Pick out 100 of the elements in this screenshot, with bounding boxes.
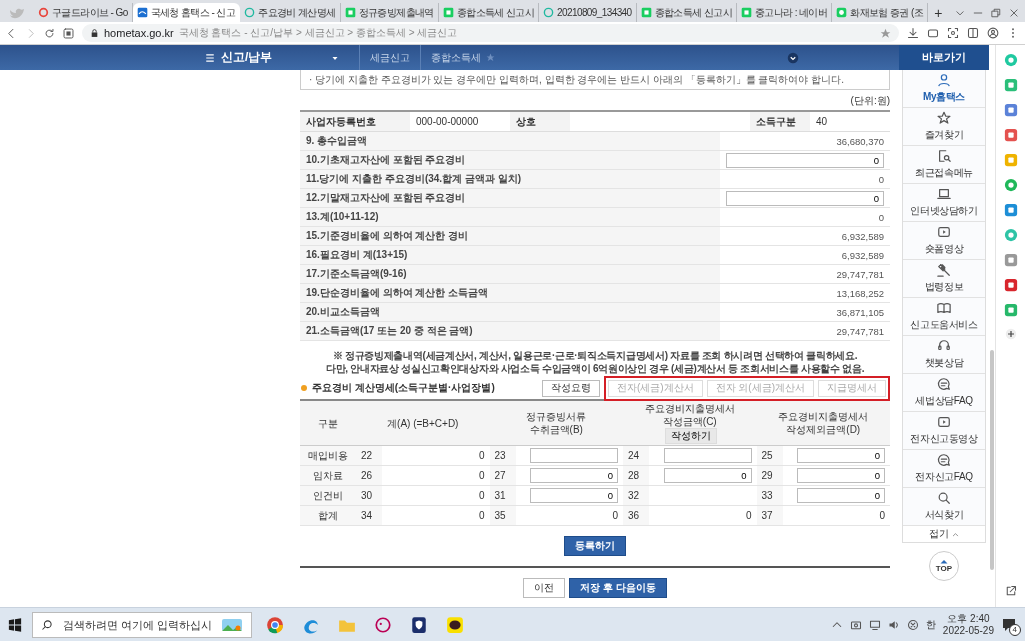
line-number: 31 — [494, 490, 506, 501]
quick-menu-item[interactable]: 전자신고동영상 — [903, 412, 985, 450]
line-number: 36 — [628, 510, 640, 521]
new-tab-button[interactable]: + — [928, 3, 949, 22]
field-label: 9. 총수입금액 — [300, 132, 720, 150]
register-button[interactable]: 등록하기 — [564, 536, 626, 556]
amount-input[interactable]: 0 — [726, 152, 884, 168]
unit-label: (단위:원) — [850, 94, 890, 108]
amount-value: 0 — [612, 510, 618, 521]
menu-button[interactable]: 신고/납부 — [205, 49, 325, 66]
line-number: 30 — [361, 490, 373, 501]
url-domain: hometax.go.kr — [104, 27, 174, 39]
amount-value: 0 — [878, 173, 884, 185]
page-title-path: 국세청 홈택스 - 신고/납부 > 세금신고 > 종합소득세 > 세금신고 — [178, 26, 458, 40]
quick-menu-item[interactable]: 전자신고FAQ — [903, 450, 985, 488]
quick-menu-item[interactable]: My홈택스 — [903, 70, 985, 108]
amount-input[interactable]: 0 — [797, 448, 885, 463]
line-number: 25 — [761, 450, 773, 461]
amount-value: 36,871,105 — [836, 306, 884, 318]
field-label: 17.기준소득금액(9-16) — [300, 265, 720, 283]
field-label: 20.비교소득금액 — [300, 303, 720, 321]
top-button[interactable]: TOP — [929, 551, 959, 581]
field-label: 상호 — [510, 112, 570, 131]
field-label: 사업자등록번호 — [300, 112, 410, 131]
write-button[interactable]: 작성하기 — [665, 428, 718, 444]
amount-value: 0 — [745, 510, 752, 521]
quick-menu-item[interactable]: 서식찾기 — [903, 488, 985, 526]
line-number: 37 — [761, 510, 773, 521]
amount-value: 6,932,589 — [841, 249, 884, 261]
quick-menu-item[interactable]: 즐겨찾기 — [903, 108, 985, 146]
breadcrumb-link[interactable]: 종합소득세 — [420, 45, 505, 70]
row-label: 임차료 — [313, 469, 343, 481]
field-label: 19.단순경비율에 의하여 계산한 소득금액 — [300, 284, 720, 302]
amount-input[interactable]: 0 — [663, 468, 752, 483]
line-number: 22 — [361, 450, 373, 461]
amount-value: 0 — [478, 510, 485, 521]
guide-text: ※ 정규증빙제출내역(세금계산서, 계산서, 일용근로·근로·퇴직소득지급명세서) 자료를 조회 하시려면 선택하여 클릭하세요. — [331, 349, 859, 362]
field-value: 000-00-00000 — [415, 115, 480, 129]
amount-value: 13,168,252 — [836, 287, 884, 299]
previous-button[interactable]: 이전 — [523, 578, 566, 598]
quick-menu-item[interactable]: 숏폼영상 — [903, 222, 985, 260]
column-header: 주요경비지출명세서 작성금액(C) — [643, 402, 736, 428]
line-number: 26 — [361, 470, 373, 481]
field-label: 10.기초재고자산에 포함된 주요경비 — [300, 151, 720, 169]
amount-value: 36,680,370 — [836, 135, 884, 147]
amount-input[interactable]: 0 — [530, 468, 618, 483]
amount-value: 29,747,781 — [836, 268, 884, 280]
taskbar-search-box[interactable]: 검색하려면 여기에 입력하십시 — [32, 611, 252, 638]
field-label: 16.필요경비 계(13+15) — [300, 246, 720, 264]
line-number: 29 — [761, 470, 773, 481]
field-label: 11.당기에 지출한 주요경비(34.합계 금액과 일치) — [300, 170, 720, 188]
quick-menu-item[interactable]: 인터넷상담하기 — [903, 184, 985, 222]
taskbar-clock[interactable]: 오후 2:40 2022-05-29 — [942, 612, 994, 637]
amount-input[interactable]: 0 — [530, 488, 618, 503]
line-number: 28 — [628, 470, 640, 481]
amount-input[interactable]: 0 — [797, 488, 885, 503]
breadcrumb-link[interactable]: 세금신고 — [359, 45, 420, 70]
row-label: 인건비 — [313, 489, 343, 501]
guide-text: 다만, 안내자료상 성실신고확인대상자와 사업소득 수입금액이 6억원이상인 경우 (세금)계산서 등 조회서비스를 사용할수 없음. — [324, 362, 866, 375]
line-number: 34 — [361, 510, 373, 521]
quick-menu-title: 바로가기 — [899, 45, 989, 70]
quick-menu-item[interactable]: 최근접속메뉴 — [903, 146, 985, 184]
quick-menu-item[interactable]: 법령정보 — [903, 260, 985, 298]
notice-text: · 당기에 지출한 주요경비가 있는 경우에만 입력하며, 입력한 경우에는 반드시 아래의 「등록하기」를 클릭하여야 합니다. — [300, 70, 890, 90]
line-number: 23 — [494, 450, 506, 461]
amount-value: 0 — [478, 490, 485, 501]
line-number: 27 — [494, 470, 506, 481]
line-number: 32 — [628, 490, 640, 501]
clock-time: 오후 2:40 — [947, 612, 990, 625]
guide-button[interactable]: 작성요령 — [541, 379, 600, 397]
quick-menu-item[interactable]: 세법상담FAQ — [903, 374, 985, 412]
amount-value: 0 — [879, 510, 885, 521]
taskbar-search-field[interactable]: 검색하려면 여기에 입력하십시 — [61, 617, 213, 632]
field-label: 소득구분 — [750, 112, 810, 131]
section-title: 주요경비 계산명세(소득구분별·사업장별) — [312, 381, 495, 395]
row-label: 합계 — [318, 509, 338, 521]
amount-input[interactable]: 0 — [797, 468, 885, 483]
amount-input[interactable]: 0 — [726, 190, 884, 206]
clock-date: 2022-05-29 — [942, 624, 994, 637]
line-number: 24 — [628, 450, 640, 461]
row-label: 매입비용 — [308, 449, 348, 461]
column-header: 정규증빙서류 수취금액(B) — [525, 410, 588, 436]
address-bar[interactable]: hometax.go.kr 국세청 홈택스 - 신고/납부 > 세금신고 > 종합소득세 > 세금신고 — [82, 24, 899, 42]
save-next-button[interactable]: 저장 후 다음이동 — [569, 578, 667, 598]
amount-value: 0 — [478, 470, 485, 481]
field-label: 13.계(10+11-12) — [300, 208, 720, 226]
field-label: 12.기말재고자산에 포함된 주요경비 — [300, 189, 720, 207]
quick-menu-item[interactable]: 신고도움서비스 — [903, 298, 985, 336]
amount-value: 6,932,589 — [841, 230, 884, 242]
browser-tab[interactable]: 국세청 홈택스 - 신고 — [132, 3, 241, 22]
line-number: 33 — [761, 490, 773, 501]
ime-indicator[interactable]: 한 — [925, 617, 936, 632]
field-label: 15.기준경비율에 의하여 계산한 경비 — [300, 227, 720, 245]
amount-value: 0 — [478, 450, 485, 461]
amount-value: 29,747,781 — [836, 325, 884, 337]
amount-value: 0 — [878, 211, 884, 223]
line-number: 35 — [494, 510, 506, 521]
field-label: 21.소득금액(17 또는 20 중 적은 금액) — [300, 322, 720, 340]
column-header: 구분 — [318, 416, 338, 430]
quick-menu-item[interactable]: 챗봇상담 — [903, 336, 985, 374]
